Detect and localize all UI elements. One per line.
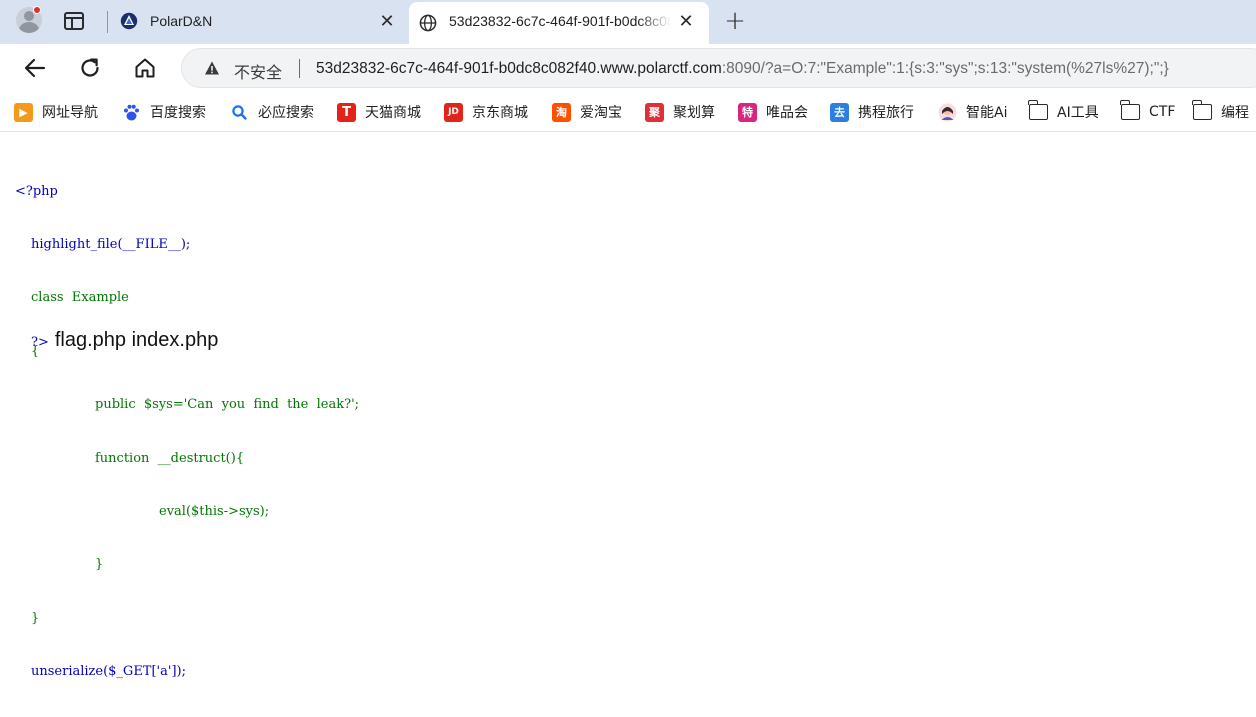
code-text: eval($this->sys); [159,503,270,519]
php-source-code: <?php highlight_file(__FILE__); class Ex… [15,147,359,717]
bookmark-label: 网址导航 [42,105,98,121]
warning-triangle-icon[interactable] [204,60,220,76]
code-text: unserialize($_GET['a']); [31,664,186,680]
code-line: eval($this->sys); [15,503,359,521]
code-text: public $sys='Can you find the leak?'; [95,397,360,413]
code-line: function __destruct(){ [15,450,359,468]
reload-button[interactable] [76,54,104,82]
search-icon [232,104,247,120]
code-text: } [31,610,40,626]
bookmarks-bar: ▶ 网址导航 百度搜索 必应搜索 T 天猫商城 JD 京东商城 淘 爱淘宝 聚 … [0,92,1256,132]
vip-icon: 特 [738,102,757,122]
profile-notification-dot [33,6,41,14]
jd-icon: JD [444,102,463,122]
bookmark-juhuasuan[interactable]: 聚 聚划算 [645,102,715,122]
bookmark-vip[interactable]: 特 唯品会 [738,102,808,122]
folder-icon [1028,100,1048,120]
code-line: <?php [15,183,58,199]
code-line: } [15,610,359,628]
bookmark-label: CTF [1149,104,1176,120]
bookmark-baidu[interactable]: 百度搜索 [122,102,206,122]
code-text: class Example [31,290,129,306]
code-line: public $sys='Can you find the leak?'; [15,396,359,414]
polar-logo-icon [120,12,138,30]
bookmark-label: 聚划算 [673,105,715,121]
code-text: highlight_file(__FILE__); [31,236,191,252]
home-icon [135,58,155,78]
url-path: :8090/?a=O:7:"Example":1:{s:3:"sys";s:13… [721,60,1169,77]
code-text: } [95,557,104,573]
bookmark-ai[interactable]: 智能Ai [938,102,1007,122]
bookmark-folder-programming[interactable]: 编程 [1192,100,1249,122]
folder-icon [1192,100,1212,120]
bookmark-jd[interactable]: JD 京东商城 [444,102,528,122]
code-line: } [15,556,359,574]
command-output-line: ?> flag.php index.php [31,329,218,352]
tab-close-icon[interactable]: ✕ [677,13,695,31]
bookmark-label: 爱淘宝 [580,105,622,121]
bookmark-label: 携程旅行 [858,105,914,121]
new-tab-button[interactable]: + [722,8,748,35]
not-secure-label[interactable]: 不安全 [234,59,282,83]
tab-polardn[interactable]: PolarD&N ✕ [110,0,408,44]
bookmark-folder-ai-tools[interactable]: AI工具 [1028,100,1099,122]
taobao-icon: 淘 [552,102,571,122]
tab-strip: PolarD&N ✕ 53d23832-6c7c-464f-901f-b0dc8… [0,0,1256,44]
bookmark-label: 天猫商城 [365,105,421,121]
bookmark-label: 百度搜索 [150,105,206,121]
bookmark-ctrip[interactable]: 去 携程旅行 [830,102,914,122]
bookmark-folder-ctf[interactable]: CTF [1120,100,1176,122]
bookmark-hao123[interactable]: ▶ 网址导航 [14,102,98,122]
reload-icon [81,58,99,77]
juhuasuan-icon: 聚 [645,102,664,122]
back-button[interactable] [21,54,49,82]
page-content: <?php highlight_file(__FILE__); class Ex… [0,133,1256,679]
code-line: class Example [15,289,359,307]
baidu-paw-icon [124,104,139,120]
globe-icon [419,14,437,32]
folder-icon [1120,100,1140,120]
url-host: 53d23832-6c7c-464f-901f-b0dc8c082f40.www… [316,60,722,77]
bookmark-label: 编程 [1221,105,1249,121]
address-bar[interactable]: 不安全 53d23832-6c7c-464f-901f-b0dc8c082f40… [181,48,1256,88]
url-text[interactable]: 53d23832-6c7c-464f-901f-b0dc8c082f40.www… [316,60,1169,78]
hao123-icon: ▶ [14,102,33,122]
tab-actions-icon[interactable] [64,12,84,30]
tab-title: 53d23832-6c7c-464f-901f-b0dc8c082f40.www… [449,13,671,29]
tab-close-icon[interactable]: ✕ [378,13,396,31]
bookmark-label: 唯品会 [766,105,808,121]
bookmark-label: 京东商城 [472,105,528,121]
bookmark-label: AI工具 [1057,105,1099,121]
tab-separator [107,11,108,33]
code-line: highlight_file(__FILE__); [15,236,359,254]
bookmark-label: 智能Ai [966,105,1008,121]
php-close-tag: ?> [31,335,49,350]
bookmark-bing[interactable]: 必应搜索 [230,102,314,122]
code-text: function __destruct(){ [95,450,245,466]
tab-polarctf-active[interactable]: 53d23832-6c7c-464f-901f-b0dc8c082f40.www… [409,2,709,44]
ctrip-icon: 去 [830,102,849,122]
command-output: flag.php index.php [54,329,219,351]
code-line: unserialize($_GET['a']); [15,663,359,681]
back-arrow-icon [24,58,46,78]
tab-title: PolarD&N [150,13,213,29]
ai-avatar-icon [938,103,957,121]
bookmark-label: 必应搜索 [258,105,314,121]
address-separator [299,59,300,78]
bookmark-tmall[interactable]: T 天猫商城 [337,102,421,122]
bookmark-taobao[interactable]: 淘 爱淘宝 [552,102,622,122]
tmall-icon: T [337,102,356,122]
home-button[interactable] [131,54,159,82]
browser-toolbar: 不安全 53d23832-6c7c-464f-901f-b0dc8c082f40… [0,44,1256,92]
